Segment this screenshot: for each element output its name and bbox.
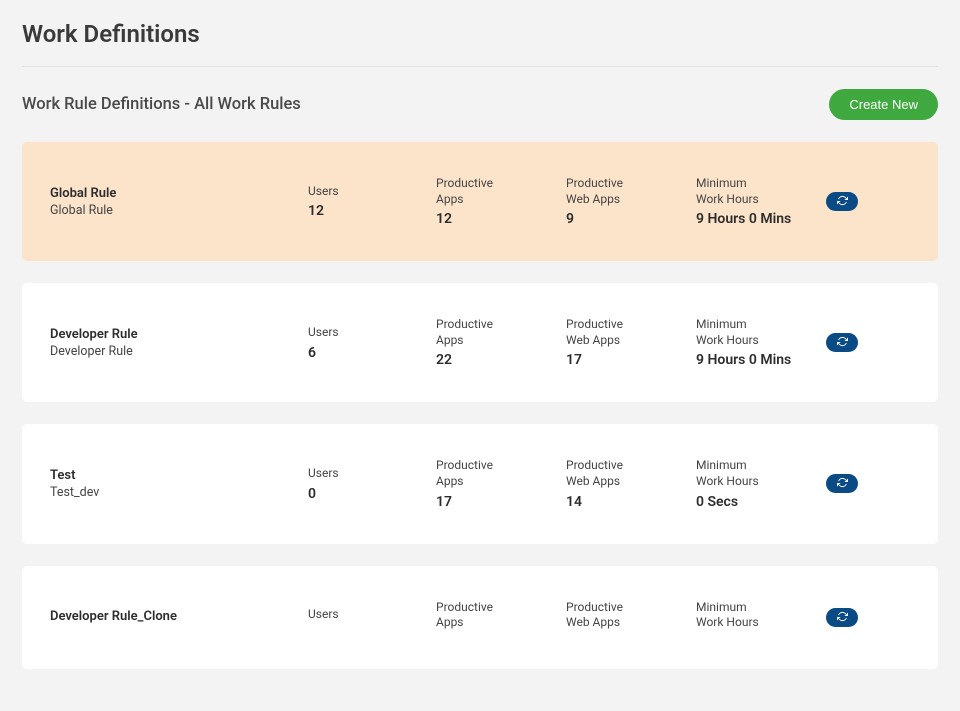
users-value: 6 bbox=[308, 345, 436, 361]
productive-webapps-label-1: Productive bbox=[566, 600, 696, 616]
productive-webapps-label-2: Web Apps bbox=[566, 615, 696, 631]
min-hours-label-2: Work Hours bbox=[696, 474, 826, 490]
refresh-icon bbox=[837, 194, 848, 209]
rule-name: Developer Rule bbox=[50, 327, 308, 342]
min-hours-value: 9 Hours 0 Mins bbox=[696, 352, 826, 368]
min-hours-label-1: Minimum bbox=[696, 600, 826, 616]
min-hours-value: 0 Secs bbox=[696, 494, 826, 510]
users-label: Users bbox=[308, 325, 436, 341]
refresh-button[interactable] bbox=[826, 192, 858, 211]
rule-subtitle: Developer Rule bbox=[50, 344, 308, 359]
refresh-button[interactable] bbox=[826, 608, 858, 627]
min-hours-label-2: Work Hours bbox=[696, 615, 826, 631]
subheader-row: Work Rule Definitions - All Work Rules C… bbox=[22, 89, 938, 120]
productive-apps-label-1: Productive bbox=[436, 176, 566, 192]
users-value: 0 bbox=[308, 486, 436, 502]
productive-webapps-value: 14 bbox=[566, 494, 696, 510]
productive-webapps-value: 17 bbox=[566, 352, 696, 368]
refresh-icon bbox=[837, 335, 848, 350]
min-hours-label-1: Minimum bbox=[696, 176, 826, 192]
productive-webapps-label-1: Productive bbox=[566, 317, 696, 333]
rule-card: Test Test_dev Users 0 Productive Apps 17… bbox=[22, 424, 938, 543]
productive-apps-value: 22 bbox=[436, 352, 566, 368]
users-label: Users bbox=[308, 607, 436, 623]
users-value: 12 bbox=[308, 203, 436, 219]
divider bbox=[22, 66, 938, 67]
min-hours-label-1: Minimum bbox=[696, 458, 826, 474]
productive-apps-value: 12 bbox=[436, 211, 566, 227]
users-label: Users bbox=[308, 184, 436, 200]
rule-name: Global Rule bbox=[50, 186, 308, 201]
productive-webapps-label-1: Productive bbox=[566, 176, 696, 192]
min-hours-label-1: Minimum bbox=[696, 317, 826, 333]
users-label: Users bbox=[308, 466, 436, 482]
productive-webapps-label-1: Productive bbox=[566, 458, 696, 474]
min-hours-label-2: Work Hours bbox=[696, 333, 826, 349]
productive-webapps-label-2: Web Apps bbox=[566, 333, 696, 349]
productive-webapps-label-2: Web Apps bbox=[566, 192, 696, 208]
productive-apps-label-1: Productive bbox=[436, 600, 566, 616]
rule-card: Developer Rule Developer Rule Users 6 Pr… bbox=[22, 283, 938, 402]
rule-subtitle: Global Rule bbox=[50, 203, 308, 218]
productive-apps-label-1: Productive bbox=[436, 458, 566, 474]
create-new-button[interactable]: Create New bbox=[829, 89, 938, 120]
refresh-button[interactable] bbox=[826, 474, 858, 493]
rule-card: Global Rule Global Rule Users 12 Product… bbox=[22, 142, 938, 261]
productive-webapps-value: 9 bbox=[566, 211, 696, 227]
refresh-icon bbox=[837, 476, 848, 491]
min-hours-value: 9 Hours 0 Mins bbox=[696, 211, 826, 227]
page-title: Work Definitions bbox=[22, 20, 938, 48]
rule-card: Developer Rule_Clone Users Productive Ap… bbox=[22, 566, 938, 669]
productive-apps-label-1: Productive bbox=[436, 317, 566, 333]
rule-subtitle: Test_dev bbox=[50, 485, 308, 500]
subheader-title: Work Rule Definitions - All Work Rules bbox=[22, 95, 301, 114]
rule-name: Test bbox=[50, 468, 308, 483]
productive-apps-value: 17 bbox=[436, 494, 566, 510]
rule-name: Developer Rule_Clone bbox=[50, 609, 308, 624]
productive-apps-label-2: Apps bbox=[436, 474, 566, 490]
productive-apps-label-2: Apps bbox=[436, 333, 566, 349]
refresh-icon bbox=[837, 610, 848, 625]
min-hours-label-2: Work Hours bbox=[696, 192, 826, 208]
refresh-button[interactable] bbox=[826, 333, 858, 352]
productive-apps-label-2: Apps bbox=[436, 615, 566, 631]
productive-apps-label-2: Apps bbox=[436, 192, 566, 208]
productive-webapps-label-2: Web Apps bbox=[566, 474, 696, 490]
